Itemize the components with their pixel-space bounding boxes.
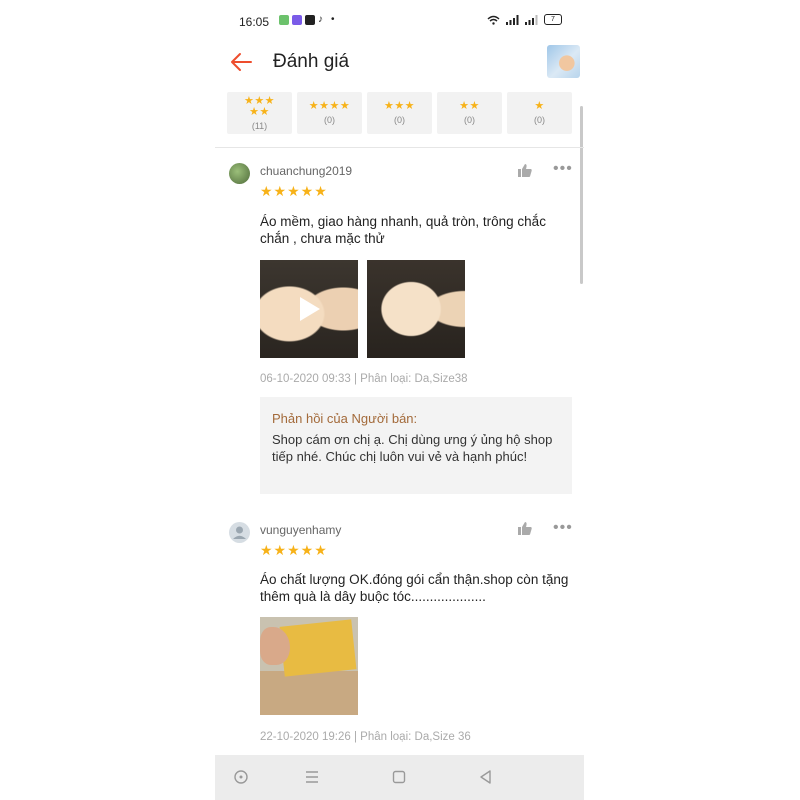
seller-reply-text: Shop cám ơn chị ạ. Chị dùng ưng ý ủng hộ… <box>272 432 553 464</box>
battery-icon: 7 <box>544 14 562 25</box>
app-header: Đánh giá <box>215 44 584 84</box>
filter-stars: ★★★ <box>383 100 416 112</box>
more-options-icon[interactable]: ••• <box>553 160 573 178</box>
signal-icon <box>525 14 538 25</box>
hand-shape <box>260 627 290 665</box>
page-title: Đánh giá <box>273 51 350 72</box>
review-meta: 06-10-2020 09:33 | Phân loại: Da,Size38 <box>260 373 468 385</box>
system-navigation-bar <box>215 755 584 800</box>
seller-reply: Phản hồi của Người bán: Shop cám ơn chị … <box>260 397 572 494</box>
more-notifications-dot: • <box>331 14 335 25</box>
review-text: Áo mềm, giao hàng nhanh, quả tròn, trông… <box>260 214 546 246</box>
menu-icon[interactable] <box>303 768 321 786</box>
scrollbar[interactable] <box>580 106 583 284</box>
thumbs-up-icon[interactable] <box>517 520 533 536</box>
rating-filter-bar: ★★★ ★★ (11) ★★★★ (0) ★★★ (0) ★★ (0) ★ (0… <box>227 92 572 134</box>
play-icon <box>300 297 320 321</box>
filter-2-star[interactable]: ★★ (0) <box>437 92 502 134</box>
review-stars: ★★★★★ <box>260 183 328 199</box>
app-notification-icon <box>279 15 289 25</box>
tiktok-icon: ♪ <box>318 15 328 25</box>
filter-count: (0) <box>464 115 475 125</box>
filter-stars: ★★★★ <box>308 100 351 112</box>
system-icons: 7 <box>487 14 562 25</box>
notification-icons: ♪ • <box>279 15 335 25</box>
filter-count: (11) <box>251 120 268 131</box>
review-text: Áo chất lượng OK.đóng gói cẩn thận.shop … <box>260 572 569 604</box>
divider <box>215 147 584 148</box>
status-bar: 16:05 ♪ • 7 <box>215 0 584 44</box>
review-photo[interactable] <box>367 260 465 358</box>
more-options-icon[interactable]: ••• <box>553 519 573 537</box>
signal-icon <box>506 14 519 25</box>
avatar[interactable] <box>229 163 250 184</box>
wifi-icon <box>487 15 500 25</box>
home-square-icon[interactable] <box>390 768 408 786</box>
status-time: 16:05 <box>239 15 270 29</box>
seller-reply-label: Phản hồi của Người bán: <box>272 411 418 426</box>
back-triangle-icon[interactable] <box>477 768 495 786</box>
thumbs-up-icon[interactable] <box>517 162 533 178</box>
review-stars: ★★★★★ <box>260 542 328 558</box>
assistant-icon[interactable] <box>232 768 250 786</box>
product-thumbnail[interactable] <box>547 45 580 78</box>
shopping-bag-icon <box>305 15 315 25</box>
avatar[interactable] <box>229 522 250 543</box>
filter-count: (0) <box>394 115 405 125</box>
filter-4-star[interactable]: ★★★★ (0) <box>297 92 362 134</box>
filter-stars: ★★★ ★★ <box>243 94 276 118</box>
review-video[interactable] <box>260 260 358 358</box>
filter-stars: ★ <box>534 100 545 112</box>
back-arrow-icon[interactable] <box>227 48 255 76</box>
filter-5-star[interactable]: ★★★ ★★ (11) <box>227 92 292 134</box>
review-photo[interactable] <box>260 617 358 715</box>
filter-count: (0) <box>324 115 335 125</box>
phone-screen: 16:05 ♪ • 7 Đánh giá ★★★ ★★ (11) ★★★★ (0… <box>215 0 584 800</box>
review-username: chuanchung2019 <box>260 164 353 178</box>
app-notification-icon <box>292 15 302 25</box>
filter-count: (0) <box>534 115 545 125</box>
review-meta: 22-10-2020 19:26 | Phân loại: Da,Size 36 <box>260 731 471 743</box>
filter-stars: ★★ <box>459 100 480 112</box>
default-user-icon <box>233 526 246 539</box>
product-package <box>279 619 357 677</box>
review-username: vunguyenhamy <box>260 523 342 537</box>
filter-3-star[interactable]: ★★★ (0) <box>367 92 432 134</box>
filter-1-star[interactable]: ★ (0) <box>507 92 572 134</box>
